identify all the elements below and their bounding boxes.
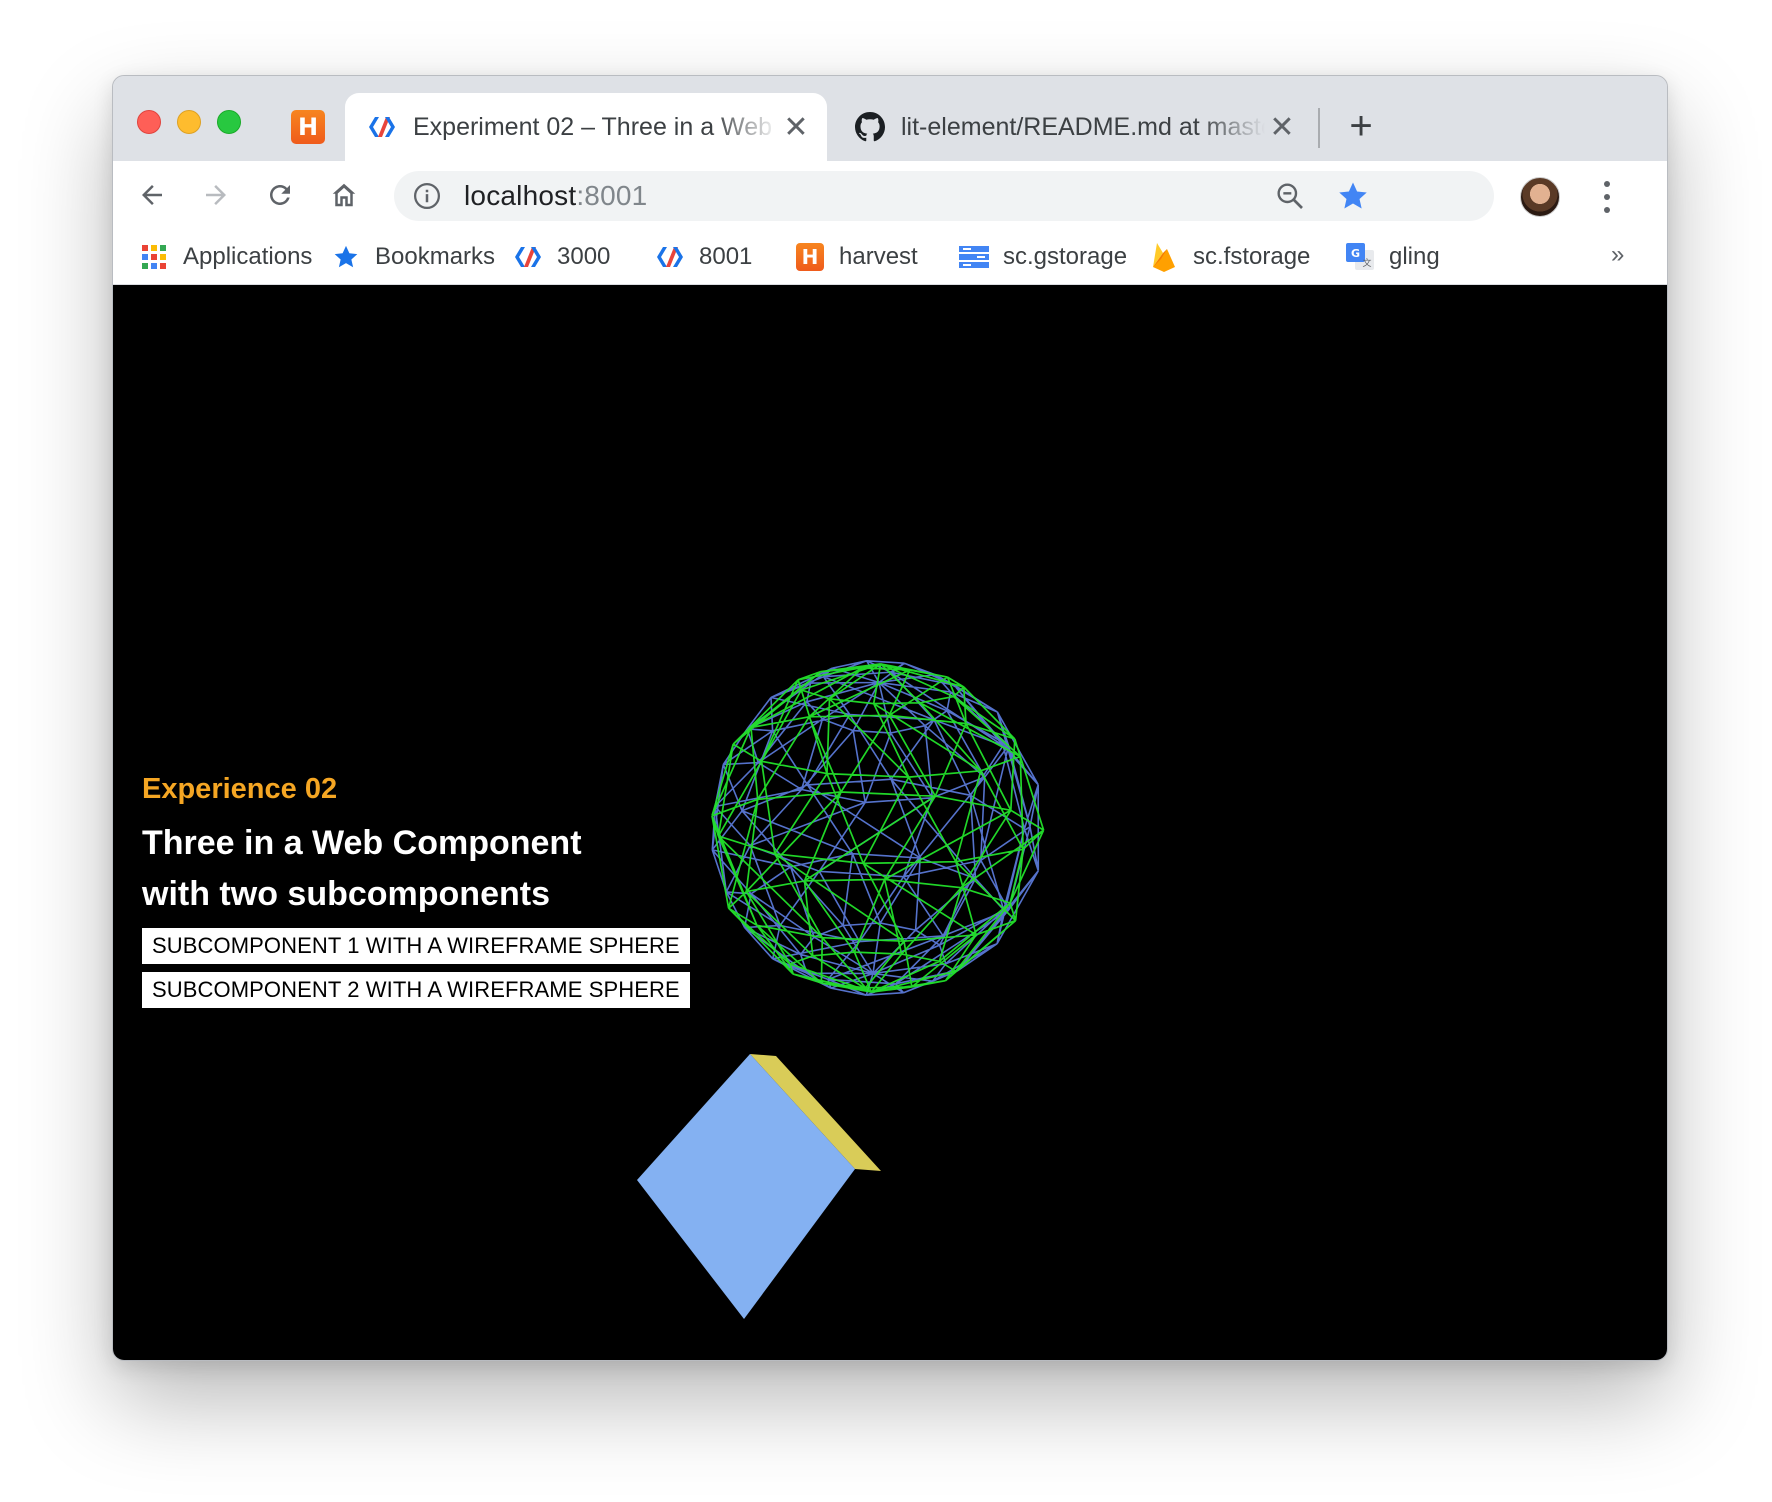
polymer-icon — [513, 242, 543, 272]
bookmark-label: sc.gstorage — [1003, 243, 1128, 270]
bookmark-label: Applications — [183, 243, 313, 270]
home-button[interactable] — [321, 172, 367, 218]
title-bar: H Experiment 02 – Three in a Web Compone… — [113, 76, 1667, 161]
reload-icon — [270, 185, 290, 205]
page-title-line-2: with two subcomponents — [142, 875, 550, 913]
svg-text:文: 文 — [1362, 257, 1371, 269]
google-translate-icon: G 文 — [1345, 242, 1375, 272]
tab-title: lit-element/README.md at master — [901, 112, 1265, 141]
close-window-button[interactable] — [137, 110, 161, 134]
experience-label: Experience 02 — [142, 773, 338, 805]
harvest-icon: H — [795, 242, 825, 272]
wireframe-sphere — [711, 660, 1045, 996]
maximize-window-button[interactable] — [217, 110, 241, 134]
bookmark-star-icon[interactable] — [1336, 179, 1370, 213]
info-overlay: Experience 02 Three in a Web Component w… — [142, 773, 702, 1008]
harvest-icon: H — [291, 110, 325, 144]
tab-lit-element-readme[interactable]: lit-element/README.md at master ✕ — [833, 93, 1313, 161]
url-port: :8001 — [576, 180, 648, 211]
bookmark-applications[interactable]: Applications — [139, 238, 312, 276]
profile-avatar[interactable] — [1520, 177, 1560, 217]
bookmark-harvest[interactable]: H harvest — [795, 238, 918, 276]
star-icon — [331, 242, 361, 272]
tab-separator — [1318, 108, 1320, 148]
toolbar: localhost:8001 — [113, 161, 1667, 229]
cloud-storage-icon — [959, 242, 989, 272]
chrome-menu-button[interactable] — [1595, 177, 1619, 217]
bookmark-sc-fstorage[interactable]: sc.fstorage — [1149, 238, 1310, 276]
subcomponent-1-button[interactable]: SUBCOMPONENT 1 WITH A WIREFRAME SPHERE — [142, 928, 690, 964]
forward-button[interactable] — [193, 172, 239, 218]
bookmark-label: 8001 — [699, 243, 753, 270]
zoom-out-icon[interactable] — [1274, 180, 1306, 212]
bookmark-label: Bookmarks — [375, 243, 496, 270]
address-bar[interactable]: localhost:8001 — [394, 171, 1494, 221]
tab-title: Experiment 02 – Three in a Web Component — [413, 112, 779, 141]
page-title: Three in a Web Component with two subcom… — [142, 818, 702, 920]
bookmarks-overflow-button[interactable]: » — [1611, 241, 1624, 269]
page-content: Experience 02 Three in a Web Component w… — [113, 285, 1667, 1360]
minimize-window-button[interactable] — [177, 110, 201, 134]
polymer-icon — [655, 242, 685, 272]
pinned-tab-harvest[interactable]: H — [291, 110, 325, 144]
rotating-cube — [637, 1054, 881, 1319]
apps-grid-icon — [139, 242, 169, 272]
info-icon[interactable] — [412, 181, 442, 211]
bookmark-gling[interactable]: G 文 gling — [1345, 238, 1440, 276]
arrow-right-icon — [206, 185, 226, 205]
tab-close-icon[interactable]: ✕ — [1265, 110, 1299, 145]
new-tab-button[interactable]: + — [1335, 100, 1387, 152]
bookmark-label: harvest — [839, 243, 918, 270]
url-text[interactable]: localhost:8001 — [464, 180, 647, 212]
bookmark-3000[interactable]: 3000 — [513, 238, 610, 276]
tab-experiment-02[interactable]: Experiment 02 – Three in a Web Component… — [345, 93, 827, 161]
subcomponent-2-button[interactable]: SUBCOMPONENT 2 WITH A WIREFRAME SPHERE — [142, 972, 690, 1008]
reload-button[interactable] — [257, 172, 303, 218]
arrow-left-icon — [142, 185, 162, 205]
home-icon — [332, 183, 356, 207]
tab-close-icon[interactable]: ✕ — [779, 110, 813, 145]
bookmark-8001[interactable]: 8001 — [655, 238, 752, 276]
bookmarks-bar: Applications Bookmarks 3000 8001 H harve… — [113, 229, 1667, 285]
bookmark-label: sc.fstorage — [1193, 243, 1311, 270]
svg-text:G: G — [1351, 247, 1360, 260]
bookmark-sc-gstorage[interactable]: sc.gstorage — [959, 238, 1127, 276]
back-button[interactable] — [129, 172, 175, 218]
github-icon — [855, 112, 885, 142]
url-host: localhost — [464, 180, 577, 211]
page-title-line-1: Three in a Web Component — [142, 824, 582, 862]
browser-window: H Experiment 02 – Three in a Web Compone… — [112, 75, 1668, 1361]
bookmark-bookmarks[interactable]: Bookmarks — [331, 238, 495, 276]
polymer-icon — [367, 114, 397, 140]
firebase-icon — [1149, 242, 1179, 272]
bookmark-label: gling — [1389, 243, 1440, 270]
bookmark-label: 3000 — [557, 243, 611, 270]
